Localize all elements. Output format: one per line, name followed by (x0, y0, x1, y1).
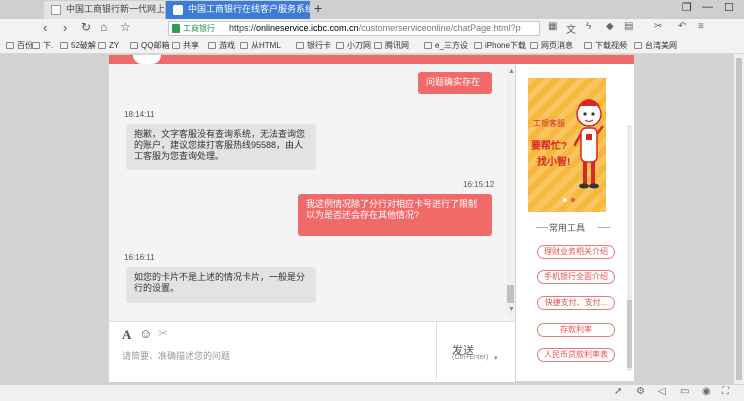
bookmark-item[interactable]: 52破解 (60, 39, 96, 52)
bookmark-item[interactable]: 共享 (172, 39, 199, 52)
scroll-up-icon[interactable]: ▲ (508, 68, 515, 75)
bookmark-item[interactable]: 网页消息 (530, 39, 573, 52)
settings-icon[interactable]: ⚙ (636, 386, 645, 397)
side-scroll-thumb[interactable] (627, 300, 632, 368)
carousel-dot-active[interactable] (571, 198, 575, 202)
maximize-icon[interactable]: ☐ (724, 1, 734, 14)
banner-brand: 工银客服 (533, 119, 565, 128)
bookmark-item[interactable]: QQ邮箱 (130, 39, 169, 52)
translate-icon[interactable]: 文 (566, 21, 576, 36)
address-bar[interactable]: 工商银行 https://onlineservice.icbc.com.cn/c… (168, 21, 540, 36)
message-timestamp: 16:16:11 (124, 253, 155, 262)
rocket-icon[interactable]: ➚ (614, 386, 622, 397)
mascot-icon (574, 99, 604, 189)
url-text: https://onlineservice.icbc.com.cn/custom… (229, 23, 521, 33)
chat-scroll-thumb[interactable] (507, 285, 514, 303)
shield-icon[interactable]: ◆ (606, 21, 614, 32)
ssl-identity-badge: 工商银行 (172, 23, 215, 35)
chat-scrollbar[interactable] (506, 68, 515, 318)
forward-icon[interactable]: › (63, 20, 67, 35)
bookmark-item[interactable]: 百份 (6, 39, 33, 52)
new-tab-button[interactable]: + (314, 0, 322, 16)
tab-bar: 中国工商银行新一代网上银行 中国工商银行在线客户服务系统 + ❐ — ☐ (0, 0, 744, 19)
user-message: 问题确实存在 (418, 72, 492, 94)
tab-title: 中国工商银行在线客户服务系统 (188, 4, 310, 14)
tool-link[interactable]: 快捷支付、支付... (537, 296, 615, 310)
back-icon[interactable]: ‹ (43, 20, 47, 35)
scissors-icon[interactable]: ✂ (654, 21, 662, 32)
bookmark-item[interactable]: 游戏 (208, 39, 235, 52)
tool-link[interactable]: 手机银行全面介绍 (537, 270, 615, 284)
carousel-dots[interactable] (563, 198, 577, 203)
tab-icbc-service[interactable]: 中国工商银行在线客户服务系统 (166, 1, 310, 19)
bookmark-item[interactable]: 台湾美网 (634, 39, 677, 52)
page-scroll-thumb[interactable] (736, 58, 742, 380)
carousel-dot[interactable] (563, 198, 567, 202)
message-timestamp: 18:14:11 (124, 110, 155, 119)
bookmark-item[interactable]: e_三方设 (424, 39, 468, 52)
tab-icbc-ebank[interactable]: 中国工商银行新一代网上银行 (44, 1, 166, 19)
scroll-down-icon[interactable]: ▼ (508, 306, 515, 313)
tool-link[interactable]: 人民币贷款利率表 (537, 348, 615, 362)
divider (436, 322, 437, 380)
menu-icon[interactable]: ▤ (624, 21, 633, 32)
divider (598, 227, 610, 228)
screenshot-icon[interactable]: ✂ (158, 326, 168, 340)
bookmark-item[interactable]: 从HTML (240, 39, 281, 52)
bookmark-item[interactable]: 下. (32, 39, 53, 52)
agent-message: 抱歉，文字客服没有查询系统，无法查询您的账户，建议您拨打客服热线95588，由人… (126, 124, 316, 170)
tab-title: 中国工商银行新一代网上银行 (66, 4, 166, 14)
hamburger-icon[interactable]: ≡ (698, 21, 704, 32)
font-icon[interactable]: A (122, 327, 131, 343)
bookmarks-bar: 百份 下. 52破解 ZY QQ邮箱 共享 游戏 从HTML 银行卡 小刀网 腾… (0, 38, 744, 54)
message-input-placeholder[interactable]: 请简要、准确描述您的问题 (122, 349, 230, 362)
tools-title: 常用工具 (548, 223, 585, 233)
bookmark-item[interactable]: 银行卡 (296, 39, 331, 52)
page-icon (51, 5, 61, 15)
agent-message: 如您的卡片不是上述的情况卡片，一般是分行的设置。 (126, 267, 316, 303)
undo-icon[interactable]: ↶ (678, 21, 686, 32)
bookmark-item[interactable]: 小刀网 (336, 39, 371, 52)
message-timestamp: 16:15:12 (463, 180, 495, 189)
chevron-down-icon[interactable]: ▾ (494, 354, 498, 362)
user-message: 我这例情况除了分行对相应卡号进行了限制以为是否还会存在其他情况? (298, 194, 492, 236)
bookmark-item[interactable]: iPhone下载 (474, 39, 526, 52)
tool-link[interactable]: 存款利率 (537, 323, 615, 337)
bookmark-item[interactable]: 下载视频 (584, 39, 627, 52)
screen-icon[interactable]: ▭ (680, 386, 689, 397)
page-icon (173, 5, 183, 15)
star-icon[interactable]: ☆ (120, 20, 131, 34)
tool-link[interactable]: 理财业务相关介绍 (537, 245, 615, 259)
lightning-icon[interactable]: ϟ (586, 21, 591, 32)
reload-icon[interactable]: ↻ (81, 20, 91, 34)
sound-icon[interactable]: ◉ (702, 386, 711, 397)
bookmark-item[interactable]: ZY (98, 39, 119, 52)
banner-headline: 要帮忙? (531, 141, 568, 152)
emoji-icon[interactable]: ☺ (139, 326, 152, 341)
grid-icon[interactable]: ▦ (548, 21, 557, 32)
minimize-icon[interactable]: — (702, 1, 713, 13)
home-icon[interactable]: ⌂ (100, 20, 107, 34)
bookmark-item[interactable]: 腾讯网 (374, 39, 409, 52)
send-shortcut-hint: (Ctrl+Enter) (452, 354, 489, 361)
chat-header-band (109, 55, 634, 64)
restore-icon[interactable]: ❐ (682, 1, 692, 14)
navigation-bar: ‹ › ↻ ⌂ ☆ 工商银行 https://onlineservice.icb… (0, 19, 744, 39)
volume-icon[interactable]: ◁ (658, 386, 666, 397)
status-bar: ➚ ⚙ ◁ ▭ ◉ ⛶ (0, 384, 744, 401)
banner-subheadline: 找小智! (537, 157, 571, 168)
avatar (133, 55, 161, 64)
fullscreen-icon[interactable]: ⛶ (722, 386, 729, 397)
